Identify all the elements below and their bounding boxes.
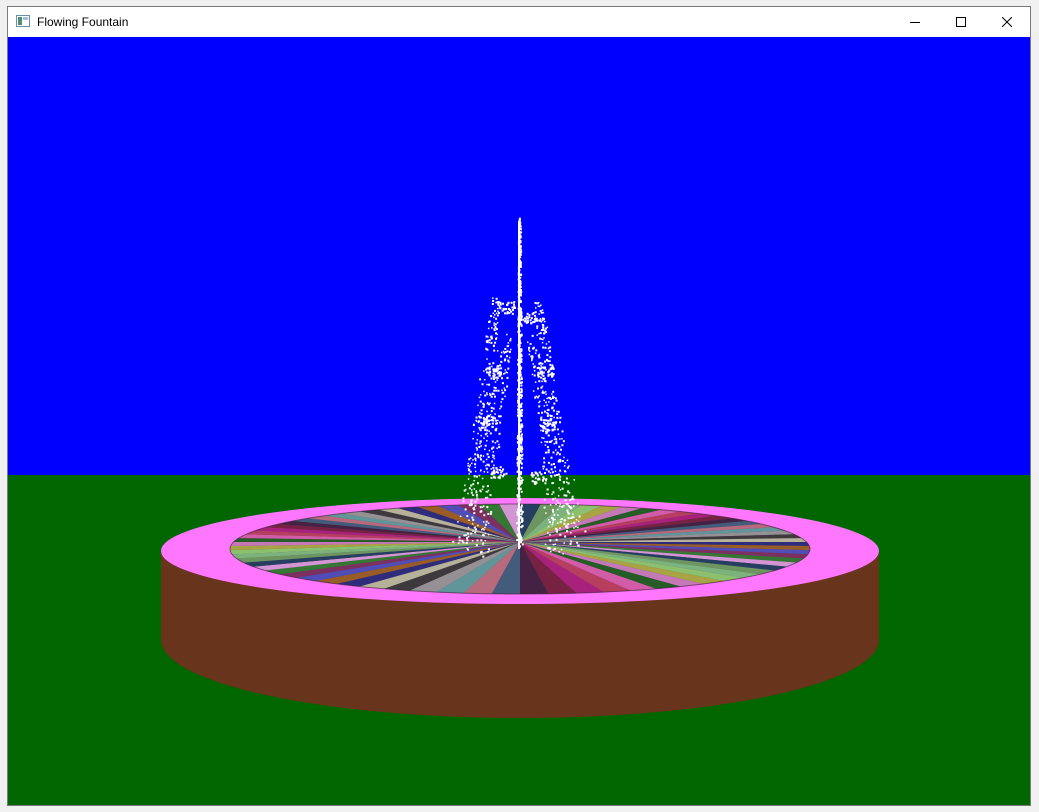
application-window: Flowing Fountain [7, 6, 1031, 806]
minimize-button[interactable] [892, 7, 938, 37]
title-bar[interactable]: Flowing Fountain [8, 7, 1030, 37]
render-canvas[interactable] [8, 37, 1030, 805]
maximize-icon [956, 17, 966, 27]
app-window-icon [16, 15, 30, 27]
minimize-icon [910, 22, 920, 23]
close-icon [1002, 17, 1012, 27]
close-button[interactable] [984, 7, 1030, 37]
maximize-button[interactable] [938, 7, 984, 37]
window-title: Flowing Fountain [37, 15, 129, 29]
